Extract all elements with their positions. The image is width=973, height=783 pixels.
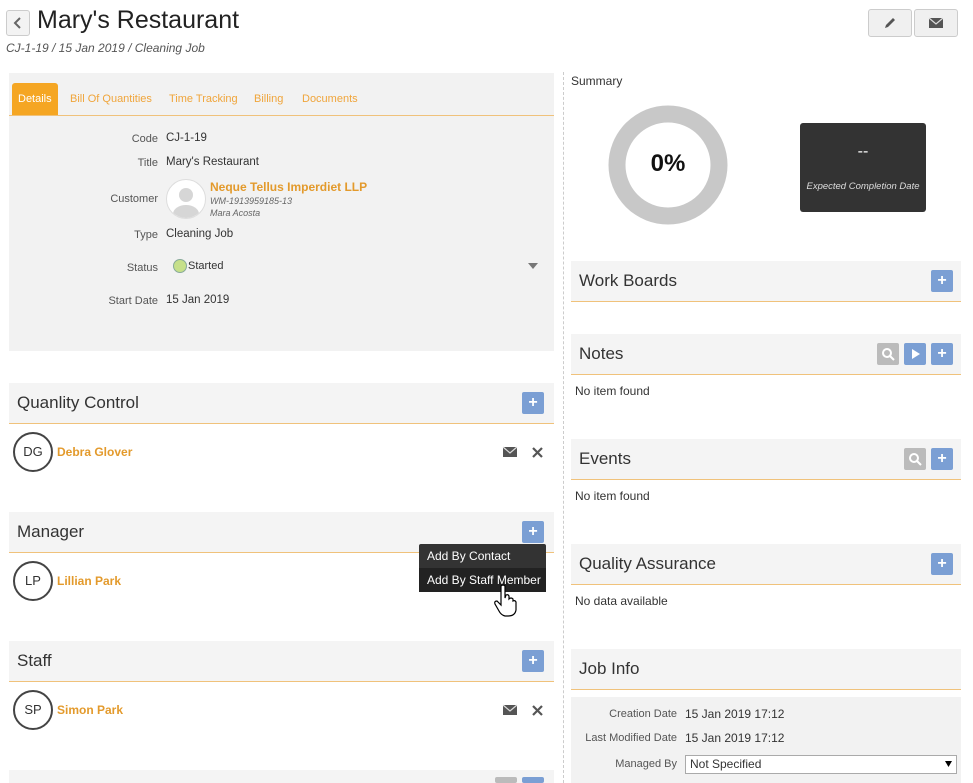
work-boards-add-button[interactable]: + xyxy=(931,270,953,292)
notes-empty-text: No item found xyxy=(575,384,650,398)
edit-button[interactable] xyxy=(868,9,912,37)
pencil-icon xyxy=(885,18,895,28)
staff-header: Staff + xyxy=(9,641,554,682)
events-search-button[interactable] xyxy=(904,448,926,470)
search-button[interactable] xyxy=(495,777,517,783)
quality-control-person-link[interactable]: Debra Glover xyxy=(57,445,132,459)
staff-add-button[interactable]: + xyxy=(522,650,544,672)
last-modified-label: Last Modified Date xyxy=(585,732,677,744)
avatar: DG xyxy=(13,432,53,472)
work-boards-title: Work Boards xyxy=(579,271,677,290)
customer-avatar xyxy=(166,179,206,219)
customer-link[interactable]: Neque Tellus Imperdiet LLP xyxy=(210,180,367,194)
caret-down-icon xyxy=(945,761,952,767)
tab-bill-of-quantities[interactable]: Bill Of Quantities xyxy=(70,83,152,115)
start-date-label: Start Date xyxy=(108,295,158,307)
column-divider xyxy=(563,72,564,783)
managed-by-value: Not Specified xyxy=(690,757,762,771)
managed-by-label: Managed By xyxy=(615,758,677,770)
chevron-left-icon xyxy=(13,17,21,29)
envelope-icon[interactable] xyxy=(502,446,518,458)
add-dropdown-menu: Add By Contact Add By Staff Member xyxy=(419,544,546,592)
status-select[interactable]: Started xyxy=(166,253,546,279)
menu-item-add-by-staff-member[interactable]: Add By Staff Member xyxy=(419,568,546,592)
staff-person-link[interactable]: Simon Park xyxy=(57,703,123,717)
creation-date-value: 15 Jan 2019 17:12 xyxy=(685,707,785,721)
events-add-button[interactable]: + xyxy=(931,448,953,470)
manager-add-button[interactable]: + xyxy=(522,521,544,543)
completion-card: -- Expected Completion Date xyxy=(800,123,926,212)
quality-assurance-add-button[interactable]: + xyxy=(931,553,953,575)
envelope-icon[interactable] xyxy=(502,704,518,716)
quality-control-add-button[interactable]: + xyxy=(522,392,544,414)
summary-label: Summary xyxy=(571,74,623,88)
managed-by-select[interactable]: Not Specified xyxy=(685,755,957,774)
code-value: CJ-1-19 xyxy=(166,132,207,144)
close-icon[interactable] xyxy=(532,447,543,458)
page-title: Mary's Restaurant xyxy=(37,6,240,34)
code-label: Code xyxy=(131,133,158,145)
status-dot-icon xyxy=(173,259,187,273)
customer-ref: WM-1913959185-13 xyxy=(210,196,293,206)
breadcrumb: CJ-1-19 / 15 Jan 2019 / Cleaning Job xyxy=(6,41,205,55)
email-button[interactable] xyxy=(914,9,958,37)
customer-label: Customer xyxy=(110,193,158,205)
job-info-header: Job Info xyxy=(571,649,961,690)
envelope-icon xyxy=(928,17,944,28)
customer-contact: Mara Acosta xyxy=(210,208,261,218)
status-value: Started xyxy=(188,260,224,272)
notes-title: Notes xyxy=(579,344,624,363)
title-value: Mary's Restaurant xyxy=(166,156,259,168)
notes-header: Notes + xyxy=(571,334,961,375)
type-label: Type xyxy=(134,229,158,241)
play-icon xyxy=(912,349,920,359)
events-empty-text: No item found xyxy=(575,489,650,503)
quality-assurance-header: Quality Assurance + xyxy=(571,544,961,585)
quality-control-header: Quanlity Control + xyxy=(9,383,554,424)
hand-cursor-icon xyxy=(494,584,517,617)
search-icon xyxy=(882,348,895,361)
notes-play-button[interactable] xyxy=(904,343,926,365)
back-button[interactable] xyxy=(6,10,30,36)
type-value: Cleaning Job xyxy=(166,228,234,240)
tab-bar: Details Bill Of Quantities Time Tracking… xyxy=(9,83,554,116)
tab-details[interactable]: Details xyxy=(12,83,58,115)
details-panel: Details Bill Of Quantities Time Tracking… xyxy=(9,73,554,351)
manager-title: Manager xyxy=(17,522,85,541)
menu-item-add-by-contact[interactable]: Add By Contact xyxy=(427,549,510,563)
events-title: Events xyxy=(579,449,631,468)
start-date-value: 15 Jan 2019 xyxy=(166,294,230,306)
manager-person-link[interactable]: Lillian Park xyxy=(57,574,121,588)
notes-add-button[interactable]: + xyxy=(931,343,953,365)
user-silhouette-icon xyxy=(173,188,199,218)
title-label: Title xyxy=(137,157,158,169)
completion-label: Expected Completion Date xyxy=(806,181,920,192)
progress-percent: 0% xyxy=(650,150,686,177)
work-boards-header: Work Boards + xyxy=(571,261,961,302)
tab-time-tracking[interactable]: Time Tracking xyxy=(169,83,238,115)
staff-title: Staff xyxy=(17,651,52,670)
completion-value: -- xyxy=(857,143,869,160)
creation-date-label: Creation Date xyxy=(609,708,677,720)
avatar: SP xyxy=(13,690,53,730)
last-modified-value: 15 Jan 2019 17:12 xyxy=(685,731,785,745)
menu-item-label: Add By Staff Member xyxy=(427,573,541,587)
tab-documents[interactable]: Documents xyxy=(302,83,358,115)
notes-search-button[interactable] xyxy=(877,343,899,365)
next-section-header xyxy=(9,770,554,783)
caret-down-icon xyxy=(528,263,538,269)
status-label: Status xyxy=(126,262,158,274)
quality-assurance-title: Quality Assurance xyxy=(579,554,717,573)
avatar: LP xyxy=(13,561,53,601)
quality-assurance-empty-text: No data available xyxy=(575,594,668,608)
search-icon xyxy=(909,453,922,466)
tab-billing[interactable]: Billing xyxy=(254,83,283,115)
add-button[interactable] xyxy=(522,777,544,783)
quality-control-title: Quanlity Control xyxy=(17,393,139,412)
close-icon[interactable] xyxy=(532,705,543,716)
job-info-title: Job Info xyxy=(579,659,640,678)
events-header: Events + xyxy=(571,439,961,480)
